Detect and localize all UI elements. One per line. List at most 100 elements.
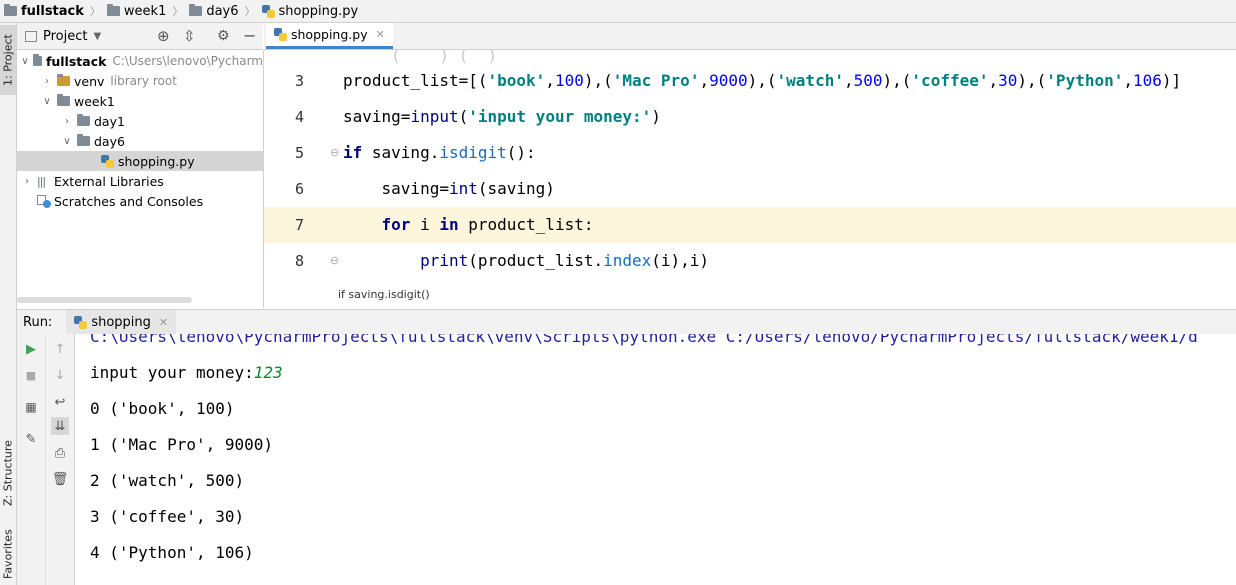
- chevron-down-icon[interactable]: ∨: [41, 96, 53, 107]
- editor-breadcrumb-hint[interactable]: if saving.isdigit(): [338, 288, 430, 301]
- left-tool-stripe: 1: Project Z: Structure Favorites: [0, 23, 17, 585]
- chevron-down-icon[interactable]: ▼: [93, 31, 101, 42]
- folder-icon: [77, 134, 90, 146]
- code-text: if saving.isdigit():: [343, 143, 536, 162]
- chevron-right-icon: 〉: [89, 5, 101, 18]
- restore-layout-icon[interactable]: ▦: [22, 398, 40, 416]
- run-panel-header: Run: shopping ✕: [17, 309, 1236, 335]
- folder-icon: [77, 114, 90, 126]
- tree-item-week1[interactable]: ∨ week1: [17, 91, 263, 111]
- chevron-down-icon[interactable]: ∨: [61, 136, 73, 147]
- line-number: 6: [294, 180, 304, 198]
- trash-icon[interactable]: 🗑: [51, 470, 69, 488]
- favorites-tool-tab[interactable]: Favorites: [0, 523, 16, 585]
- project-panel-title[interactable]: Project: [43, 29, 87, 44]
- breadcrumb-day6-label: day6: [206, 3, 239, 19]
- locate-icon[interactable]: ⊕: [157, 27, 170, 45]
- pin-icon[interactable]: ✎: [22, 430, 40, 448]
- code-text: saving=int(saving): [343, 179, 555, 198]
- console-line: 3 ('coffee', 30): [90, 507, 245, 526]
- run-toolbar-primary: ▶ ■ ▦ ✎: [17, 334, 46, 585]
- tree-item-venv[interactable]: › venv library root: [17, 71, 263, 91]
- navigation-bar: fullstack 〉 week1 〉 day6 〉 shopping.py: [0, 0, 1236, 23]
- chevron-right-icon[interactable]: ›: [61, 116, 73, 127]
- folder-icon: [189, 4, 203, 16]
- scroll-to-end-icon[interactable]: ⇊: [51, 417, 69, 435]
- soft-wrap-icon[interactable]: ↩: [51, 393, 69, 411]
- console-command-line: C:\Users\lenovo\PycharmProjects\fullstac…: [90, 334, 1198, 346]
- folder-icon: [57, 94, 70, 106]
- project-tool-tab[interactable]: 1: Project: [0, 25, 16, 95]
- console-line: 2 ('watch', 500): [90, 471, 245, 490]
- print-icon[interactable]: ⎙: [51, 444, 69, 462]
- project-tool-tab-label: 1: Project: [1, 34, 15, 86]
- tree-item-label: fullstack: [45, 53, 107, 69]
- code-line-5: if saving.isdigit():: [338, 135, 1236, 171]
- code-text: product_list=[('book',100),('Mac Pro',90…: [343, 71, 1182, 90]
- chevron-right-icon[interactable]: ›: [41, 76, 53, 87]
- breadcrumb-week1[interactable]: week1: [103, 0, 170, 22]
- console-line: 4 ('Python', 106): [90, 543, 254, 562]
- tree-item-fullstack[interactable]: ∨ fullstack C:\Users\lenovo\Pycharm: [17, 51, 263, 71]
- console-user-input: 123: [253, 363, 283, 382]
- code-line-8: print(product_list.index(i),i): [338, 243, 1236, 279]
- tree-item-label: week1: [74, 93, 115, 109]
- python-file-icon: [74, 315, 88, 329]
- breadcrumb-project[interactable]: fullstack: [0, 0, 88, 22]
- tree-item-label: External Libraries: [54, 173, 164, 189]
- tree-item-path: C:\Users\lenovo\Pycharm: [112, 54, 263, 68]
- folder-icon: [4, 4, 17, 16]
- console-line: 1 ('Mac Pro', 9000): [90, 435, 274, 454]
- breadcrumb-file-label: shopping.py: [278, 3, 359, 19]
- folder-icon: [106, 4, 120, 16]
- project-panel-header: Project ▼ ⊕ ⇳ ⚙ −: [17, 23, 263, 50]
- tree-item-day1[interactable]: › day1: [17, 111, 263, 131]
- line-number: 8: [294, 252, 304, 270]
- project-view-icon: [25, 30, 37, 42]
- code-editor[interactable]: ( ) ( ) product_list=[('book',100),('Mac…: [338, 46, 1236, 308]
- breadcrumb-day6[interactable]: day6: [185, 0, 242, 22]
- code-text: for i in product_list:: [381, 215, 594, 234]
- chevron-right-icon[interactable]: ›: [21, 176, 33, 187]
- console-output[interactable]: C:\Users\lenovo\PycharmProjects\fullstac…: [75, 334, 1236, 585]
- tree-item-label: day6: [94, 133, 125, 149]
- editor-gutter: 3 4 5 6 7 8 ⊖ ⊖: [264, 50, 339, 308]
- python-file-icon: [101, 154, 114, 168]
- horizontal-scrollbar[interactable]: [17, 297, 192, 303]
- python-file-icon: [274, 28, 287, 41]
- tree-item-shopping-py[interactable]: shopping.py: [17, 151, 263, 171]
- rerun-icon[interactable]: ▶: [22, 340, 40, 358]
- scratches-icon: [37, 195, 51, 208]
- minimize-icon[interactable]: −: [243, 28, 256, 44]
- breadcrumb-week1-label: week1: [123, 3, 167, 19]
- breadcrumb-file[interactable]: shopping.py: [258, 0, 363, 22]
- tree-item-label: Scratches and Consoles: [54, 193, 204, 209]
- folder-icon: [33, 54, 42, 66]
- code-line-7: for i in product_list:: [338, 207, 1236, 243]
- tree-item-external-libraries[interactable]: › ||| External Libraries: [17, 171, 263, 191]
- code-text: saving=input('input your money:'): [343, 107, 661, 126]
- tree-item-label: shopping.py: [118, 153, 195, 169]
- arrow-down-icon[interactable]: ↓: [51, 366, 69, 384]
- chevron-right-icon: 〉: [172, 5, 184, 18]
- collapse-all-icon[interactable]: ⇳: [183, 27, 196, 45]
- line-number: 4: [294, 108, 304, 126]
- console-line: 0 ('book', 100): [90, 399, 235, 418]
- favorites-tool-tab-label: Favorites: [1, 529, 15, 579]
- line-number: 7: [294, 216, 304, 234]
- structure-tool-tab[interactable]: Z: Structure: [0, 433, 16, 513]
- code-line-3: product_list=[('book',100),('Mac Pro',90…: [338, 63, 1236, 99]
- run-tab-shopping[interactable]: shopping ✕: [66, 310, 177, 334]
- tree-item-label: day1: [94, 113, 125, 129]
- structure-tool-tab-label: Z: Structure: [1, 440, 15, 506]
- project-tree: ∨ fullstack C:\Users\lenovo\Pycharm › ve…: [17, 50, 264, 308]
- stop-icon[interactable]: ■: [22, 366, 40, 384]
- gear-icon[interactable]: ⚙: [217, 28, 230, 44]
- chevron-right-icon: 〉: [244, 5, 256, 18]
- tree-item-day6[interactable]: ∨ day6: [17, 131, 263, 151]
- arrow-up-icon[interactable]: ↑: [51, 340, 69, 358]
- tree-item-scratches[interactable]: Scratches and Consoles: [17, 191, 263, 211]
- close-icon[interactable]: ✕: [159, 316, 168, 329]
- chevron-down-icon[interactable]: ∨: [21, 56, 29, 67]
- code-line-4: saving=input('input your money:'): [338, 99, 1236, 135]
